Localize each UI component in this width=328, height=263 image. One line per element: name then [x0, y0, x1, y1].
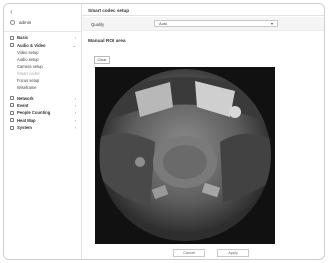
- dropdown-caret-icon: ▾: [270, 21, 273, 26]
- quality-select[interactable]: Auto ▾: [154, 20, 278, 27]
- sidebar-item-label: Heat Map: [17, 117, 36, 123]
- sidebar-item-label: People Counting: [17, 110, 51, 116]
- sidebar-item-system[interactable]: System ›: [4, 124, 81, 131]
- main-content: Smart codec setup Quality Auto ▾ Manual …: [82, 4, 324, 259]
- event-icon: [10, 103, 14, 108]
- sidebar-item-label: Basic: [17, 35, 29, 41]
- basic-icon: [10, 35, 14, 40]
- sidebar-item-event[interactable]: Event ›: [4, 102, 81, 109]
- sidebar-item-audio-video[interactable]: Audio & Video ⌄: [4, 41, 81, 48]
- user-icon: [10, 20, 15, 25]
- heat-map-icon: [10, 118, 14, 123]
- sidebar-item-label: Network: [17, 95, 34, 101]
- roi-area-title: Manual ROI area: [88, 39, 126, 44]
- sidebar-subitem-wiseframe[interactable]: Wiseframe: [4, 84, 81, 91]
- user-account[interactable]: admin: [10, 20, 31, 25]
- quality-label: Quality: [91, 21, 105, 27]
- sidebar-item-people-counting[interactable]: People Counting ›: [4, 109, 81, 116]
- user-name: admin: [19, 20, 32, 25]
- app-window: ‹ admin Basic › Audio & Video ⌄ Video se…: [3, 3, 325, 260]
- chevron-down-icon: ⌄: [72, 42, 76, 48]
- sidebar-item-label: Audio & Video: [17, 42, 46, 48]
- chevron-right-icon: ›: [74, 110, 76, 116]
- chevron-right-icon: ›: [74, 102, 76, 108]
- sidebar-item-basic[interactable]: Basic ›: [4, 34, 81, 41]
- back-icon[interactable]: ‹: [10, 7, 13, 16]
- sidebar: ‹ admin Basic › Audio & Video ⌄ Video se…: [4, 4, 82, 259]
- cancel-button[interactable]: Cancel: [173, 249, 205, 257]
- network-icon: [10, 96, 14, 101]
- people-counting-icon: [10, 110, 14, 115]
- sidebar-subitem-audio-setup[interactable]: Audio setup: [4, 56, 81, 63]
- chevron-right-icon: ›: [74, 125, 76, 131]
- clear-button[interactable]: Clear: [94, 56, 110, 64]
- chevron-right-icon: ›: [74, 117, 76, 123]
- sidebar-item-network[interactable]: Network ›: [4, 94, 81, 101]
- chevron-right-icon: ›: [74, 95, 76, 101]
- system-icon: [10, 125, 14, 130]
- sidebar-subitem-video-setup[interactable]: Video setup: [4, 49, 81, 56]
- sidebar-subitem-camera-setup[interactable]: Camera setup: [4, 63, 81, 70]
- roi-video-viewer[interactable]: [95, 67, 275, 244]
- sidebar-subitem-smart-codec[interactable]: Smart codec: [4, 70, 81, 77]
- sidebar-menu: Basic › Audio & Video ⌄ Video setup Audi…: [4, 34, 81, 131]
- quality-row: Quality Auto ▾: [82, 17, 324, 31]
- sidebar-item-label: Event: [17, 102, 29, 108]
- title-divider: [82, 15, 324, 16]
- audio-video-icon: [10, 43, 14, 48]
- apply-button[interactable]: Apply: [217, 249, 249, 257]
- sidebar-divider: [4, 31, 81, 32]
- sidebar-item-heat-map[interactable]: Heat Map ›: [4, 117, 81, 124]
- sidebar-item-label: System: [17, 125, 32, 131]
- chevron-right-icon: ›: [74, 35, 76, 41]
- quality-value: Auto: [159, 21, 168, 26]
- page-title: Smart codec setup: [88, 8, 130, 13]
- sidebar-subitem-focus-setup[interactable]: Focus setup: [4, 77, 81, 84]
- fisheye-video-frame: [95, 67, 275, 244]
